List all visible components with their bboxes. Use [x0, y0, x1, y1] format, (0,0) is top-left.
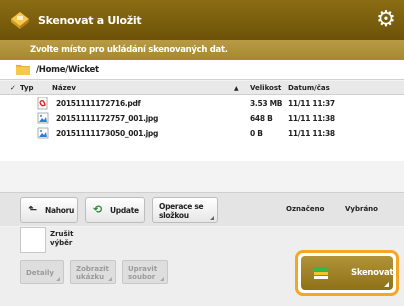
- corner-marker: [384, 282, 389, 287]
- edit-file-line2: soubor: [128, 273, 156, 281]
- scan-button-label: Skenovat: [351, 268, 394, 278]
- select-checkbox[interactable]: [20, 227, 46, 253]
- folder-icon: [16, 65, 30, 75]
- file-size: 648 B: [250, 114, 273, 123]
- scan-button[interactable]: Skenovat: [295, 250, 399, 296]
- selected-count-label: Vybráno: [345, 205, 378, 213]
- file-name: 20151111173050_001.jpg: [56, 129, 159, 138]
- edit-file-line1: Upravit: [128, 265, 158, 273]
- preview-button[interactable]: Zobrazit ukázku: [70, 260, 116, 284]
- up-button-label: Nahoru: [45, 206, 75, 215]
- window-title: Skenovat a Uložit: [38, 14, 142, 27]
- file-size: 3.53 MB: [250, 99, 283, 108]
- refresh-button-label: Update: [110, 206, 139, 215]
- action-area: Zrušit výběr Detaily Zobrazit ukázku Upr…: [0, 227, 404, 306]
- jpg-file-icon: [37, 112, 49, 124]
- preview-line1: Zobrazit: [76, 265, 109, 273]
- file-date: 11/11 11:37: [288, 99, 335, 108]
- header-type[interactable]: Typ: [20, 84, 34, 92]
- sort-ascending-icon: ▲: [234, 85, 239, 92]
- header-name[interactable]: Název: [52, 84, 76, 92]
- file-date: 11/11 11:38: [288, 114, 335, 123]
- table-row[interactable]: 20151111173050_001.jpg 0 B 11/11 11:38: [0, 126, 404, 141]
- clear-selection-label: Zrušit výběr: [50, 230, 73, 248]
- folder-operations-line2: složkou: [159, 211, 189, 220]
- header-date[interactable]: Datum/čas: [288, 84, 330, 92]
- file-name: 20151111172757_001.jpg: [56, 114, 159, 123]
- corner-marker: [160, 277, 164, 281]
- marked-count-label: Označeno: [286, 205, 325, 213]
- screen: Skenovat a Uložit ⚙ Zvolte místo pro ukl…: [0, 0, 404, 306]
- instruction-bar: Zvolte místo pro ukládání skenovaných da…: [0, 40, 404, 60]
- folder-toolbar: ⬑ Nahoru ⟲ Update Operace se složkou Ozn…: [0, 192, 404, 226]
- file-table: ✓ Typ Název ▲ Velikost Datum/čas 2015111…: [0, 81, 404, 161]
- corner-marker: [56, 277, 60, 281]
- folder-operations-label: Operace se složkou: [159, 202, 204, 220]
- header-check[interactable]: ✓: [10, 84, 16, 92]
- preview-line2: ukázku: [76, 273, 105, 281]
- refresh-icon: ⟲: [93, 203, 102, 216]
- details-button[interactable]: Detaily: [20, 260, 64, 284]
- table-row[interactable]: 20151111172716.pdf 3.53 MB 11/11 11:37: [0, 96, 404, 111]
- scan-icon: [314, 267, 328, 279]
- corner-marker: [108, 277, 112, 281]
- title-bar: Skenovat a Uložit ⚙: [0, 0, 404, 40]
- table-row[interactable]: 20151111172757_001.jpg 648 B 11/11 11:38: [0, 111, 404, 126]
- folder-operations-button[interactable]: Operace se složkou: [152, 197, 218, 223]
- corner-marker: [210, 216, 214, 220]
- folder-operations-line1: Operace se: [159, 202, 204, 211]
- pdf-file-icon: [37, 97, 48, 110]
- file-size: 0 B: [250, 129, 263, 138]
- jpg-file-icon: [37, 127, 49, 139]
- scan-button-face: Skenovat: [301, 256, 393, 290]
- clear-selection-line1: Zrušit: [50, 230, 74, 238]
- header-size[interactable]: Velikost: [250, 84, 281, 92]
- scan-save-icon: [11, 12, 29, 29]
- clear-selection-line2: výběr: [50, 239, 73, 247]
- gear-icon[interactable]: ⚙: [374, 8, 398, 32]
- details-label: Detaily: [26, 269, 54, 277]
- up-arrow-icon: ⬑: [28, 203, 37, 216]
- file-name: 20151111172716.pdf: [56, 99, 141, 108]
- path-bar: /Home/Wicket: [0, 60, 404, 80]
- edit-file-button[interactable]: Upravit soubor: [122, 260, 168, 284]
- table-header: ✓ Typ Název ▲ Velikost Datum/čas: [0, 81, 404, 95]
- file-date: 11/11 11:38: [288, 129, 335, 138]
- current-path: /Home/Wicket: [36, 65, 99, 75]
- refresh-button[interactable]: ⟲ Update: [85, 197, 145, 223]
- up-button[interactable]: ⬑ Nahoru: [20, 197, 78, 223]
